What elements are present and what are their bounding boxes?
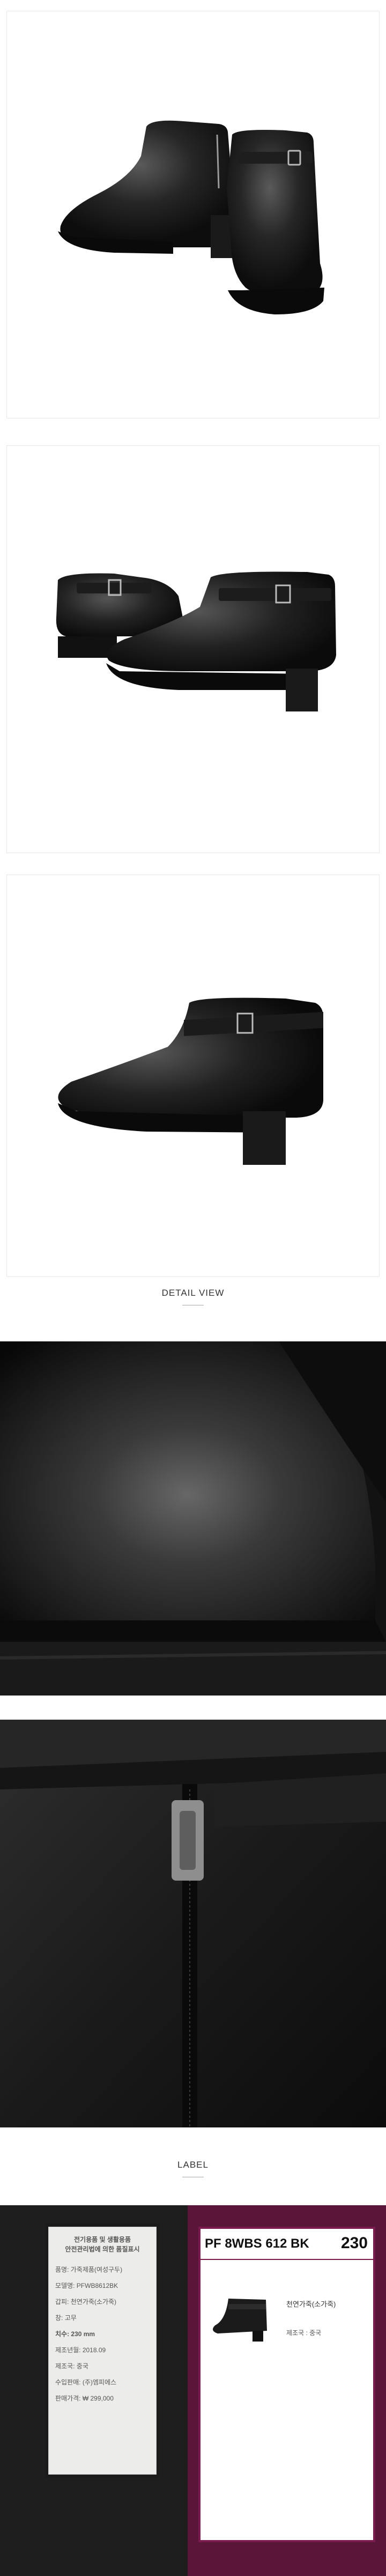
box-label-photo: PF 8WBS 612 BK 230 천연가죽(소가죽) 제조국 : 중국 xyxy=(188,2205,386,2576)
box-label-size: 230 xyxy=(340,2234,368,2252)
boot-thumbnail-image xyxy=(213,2299,267,2342)
detail-view-title: DETAIL VIEW xyxy=(161,1288,225,1298)
product-photo-1 xyxy=(0,0,386,429)
photo-frame xyxy=(6,875,380,1277)
detail-photo-zipper xyxy=(0,1720,386,2127)
box-label: PF 8WBS 612 BK 230 천연가죽(소가죽) 제조국 : 중국 xyxy=(198,2227,375,2542)
box-label-origin: 제조국 : 중국 xyxy=(286,2329,322,2337)
tag-row: 제조국: 중국 xyxy=(55,2362,88,2370)
tag-row: 수입판매: (주)엠피에스 xyxy=(55,2379,117,2386)
tag-row: 판매가격: ₩ 299,000 xyxy=(55,2395,114,2402)
toe-closeup-photo xyxy=(0,1341,386,1696)
boots-photo-pair-angle xyxy=(58,120,324,314)
tag-row: 제조년월: 2018.09 xyxy=(55,2346,106,2354)
product-photo-2 xyxy=(0,435,386,864)
tag-row: 품명: 가죽제품(여성구두) xyxy=(55,2266,123,2273)
label-photos: 전기용품 및 생활용품 안전관리법에 의한 품질표시 품명: 가죽제품(여성구두… xyxy=(0,2205,386,2576)
label-tag-photo: 전기용품 및 생활용품 안전관리법에 의한 품질표시 품명: 가죽제품(여성구두… xyxy=(0,2205,188,2576)
tag-row: 창: 고무 xyxy=(55,2314,77,2322)
photo-frame xyxy=(6,11,380,419)
care-label-tag: 전기용품 및 생활용품 안전관리법에 의한 품질표시 품명: 가죽제품(여성구두… xyxy=(48,2227,157,2475)
tag-row: 치수: 230 mm xyxy=(55,2330,95,2338)
label-title: LABEL xyxy=(177,2160,209,2170)
zipper-closeup-photo xyxy=(0,1720,386,2127)
boots-photo-pair-side xyxy=(56,571,336,711)
box-label-divider xyxy=(201,2259,373,2260)
tag-row: 갑피: 천연가죽(소가죽) xyxy=(55,2298,117,2306)
boot-photo-single-side xyxy=(58,997,323,1165)
box-label-code: PF 8WBS 612 BK xyxy=(205,2236,309,2251)
product-photo-3 xyxy=(0,864,386,1288)
boot-thumbnail xyxy=(207,2288,277,2347)
tag-heading-2: 안전관리법에 의한 품질표시 xyxy=(65,2245,140,2253)
tag-row: 모델명: PFWB8612BK xyxy=(55,2282,118,2289)
photo-frame xyxy=(6,445,380,853)
box-label-material: 천연가죽(소가죽) xyxy=(286,2300,336,2308)
tag-heading-1: 전기용품 및 생활용품 xyxy=(73,2236,131,2243)
detail-photo-toe xyxy=(0,1341,386,1696)
